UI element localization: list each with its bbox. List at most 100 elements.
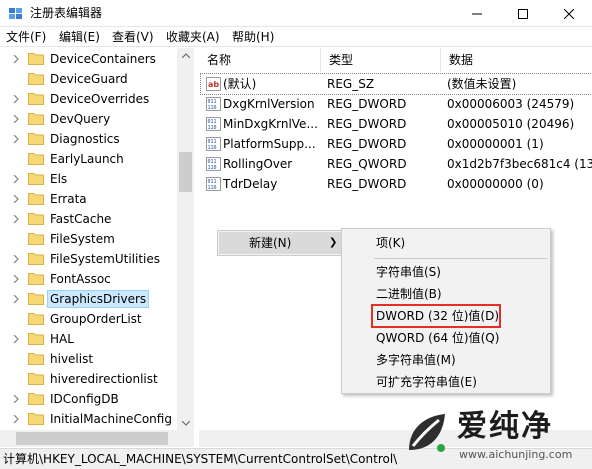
tree-item[interactable]: FastCache [0,209,178,229]
minimize-icon [472,13,482,14]
chevron-right-icon[interactable] [12,295,20,303]
tree-item-label: FastCache [50,212,112,226]
chevron-right-icon[interactable] [12,55,20,63]
new-menu-item[interactable]: 新建(N) ❯ [219,232,341,254]
menu-edit[interactable]: 编辑(E) [57,29,102,45]
tree-item[interactable]: IDConfigDB [0,389,178,409]
maximize-icon [518,8,528,19]
chevron-right-icon[interactable] [12,95,20,103]
tree-item-label: GraphicsDrivers [47,290,150,308]
svg-text:ab: ab [208,80,219,89]
tree-item[interactable]: DeviceGuard [0,69,178,89]
menu-item-multi-string-value[interactable]: 多字符串值(M) [376,352,456,368]
folder-icon [28,413,44,425]
maximize-button[interactable] [500,0,546,27]
close-button[interactable] [546,0,592,27]
value-row[interactable]: 011 110 DxgKrnlVersion REG_DWORD 0x00006003 … [201,94,592,114]
tree-item[interactable]: Errata [0,189,178,209]
chevron-right-icon[interactable] [12,255,20,263]
watermark: 爱纯净 www.aichunjing.com [395,406,590,466]
context-menu: 新建(N) ❯ [217,230,343,256]
tree-item[interactable]: DeviceContainers [0,49,178,69]
tree-item-label: Els [50,172,68,186]
menu-item-expandable-string-value[interactable]: 可扩充字符串值(E) [376,374,477,390]
menu-file[interactable]: 文件(F) [4,29,48,45]
tree-item[interactable]: hiveredirectionlist [0,369,178,389]
chevron-right-icon[interactable] [12,175,20,183]
tree-item[interactable]: HAL [0,329,178,349]
scroll-up-button[interactable] [177,48,194,62]
chevron-right-icon[interactable] [12,215,20,223]
tree-item-label: Diagnostics [50,132,120,146]
tree-vertical-scrollbar[interactable] [177,48,194,430]
value-data: 0x1d2b7f3bec681c4 (131 [447,157,592,171]
tree-item[interactable]: hivelist [0,349,178,369]
chevron-right-icon[interactable] [12,415,20,423]
value-type: REG_DWORD [327,137,407,151]
folder-icon [28,353,44,365]
tree-item[interactable]: EarlyLaunch [0,149,178,169]
tree-item-label: DeviceGuard [50,72,128,86]
tree-item[interactable]: DeviceOverrides [0,89,178,109]
value-row[interactable]: 011 110 MinDxgKrnlVe... REG_DWORD 0x00005010… [201,114,592,134]
tree-hscroll-thumb[interactable] [16,432,168,445]
svg-text:110: 110 [208,165,217,171]
folder-icon [28,193,44,205]
menu-item-string-value[interactable]: 字符串值(S) [376,264,441,280]
binary-value-icon: 011110 [206,97,221,111]
tree-item-label: EarlyLaunch [50,152,124,166]
tree-item[interactable]: Els [0,169,178,189]
binary-value-icon: 011110 [206,117,221,131]
chevron-right-icon[interactable] [12,395,20,403]
watermark-url: www.aichunjing.com [459,448,573,461]
watermark-brand: 爱纯净 [457,409,553,444]
chevron-right-icon[interactable] [12,115,20,123]
menu-item-binary-value[interactable]: 二进制值(B) [376,286,442,302]
menu-favorites[interactable]: 收藏夹(A) [164,29,222,45]
string-value-icon: ab [206,77,221,91]
tree-item-label: FileSystem [50,232,115,246]
binary-value-icon: 011110 [206,177,221,191]
value-type: REG_DWORD [327,97,407,111]
chevron-right-icon[interactable] [12,275,20,283]
value-row[interactable]: 011 110 PlatformSupp... REG_DWORD 0x00000001… [201,134,592,154]
tree-item[interactable]: GraphicsDrivers [0,289,178,309]
menu-help[interactable]: 帮助(H) [230,29,276,45]
scroll-down-button[interactable] [177,416,194,430]
chevron-right-icon[interactable] [12,335,20,343]
minimize-button[interactable] [454,0,500,27]
title-bar: 注册表编辑器 [0,0,592,27]
folder-icon [28,273,44,285]
tree-item[interactable]: GroupOrderList [0,309,178,329]
tree-item[interactable]: DevQuery [0,109,178,129]
menu-item-key[interactable]: 项(K) [376,235,405,251]
tree-scroll-thumb[interactable] [179,152,192,192]
tree-item[interactable]: FontAssoc [0,269,178,289]
value-name: TdrDelay [223,177,278,191]
value-row[interactable]: 011 110 TdrDelay REG_DWORD 0x00000000 (0) [201,174,592,194]
value-type: REG_DWORD [327,177,407,191]
value-row[interactable]: ab (默认) REG_SZ (数值未设置) [200,73,592,95]
tree-item[interactable]: Diagnostics [0,129,178,149]
value-data: 0x00006003 (24579) [447,97,575,111]
tree-item-label: HAL [50,332,74,346]
tree-item[interactable]: FileSystemUtilities [0,249,178,269]
chevron-right-icon[interactable] [12,135,20,143]
folder-icon [28,233,44,245]
value-row[interactable]: 011 110 RollingOver REG_QWORD 0x1d2b7f3bec68… [201,154,592,174]
folder-icon [28,53,44,65]
tree-item[interactable]: FileSystem [0,229,178,249]
status-path: 计算机\HKEY_LOCAL_MACHINE\SYSTEM\CurrentCon… [3,452,398,466]
menu-view[interactable]: 查看(V) [110,29,156,45]
column-header-name[interactable]: 名称 [199,48,321,72]
tree-item-label: Errata [50,192,87,206]
column-header-type[interactable]: 类型 [321,48,441,72]
chevron-right-icon[interactable] [12,195,20,203]
menu-item-qword-value[interactable]: QWORD (64 位)值(Q) [376,330,499,346]
value-type: REG_DWORD [327,117,407,131]
registry-tree[interactable]: DeviceContainers DeviceGuard DeviceOverrid… [0,48,194,430]
tree-item[interactable]: InitialMachineConfig [0,409,178,429]
chevron-right-icon: ❯ [329,237,338,248]
column-header-data[interactable]: 数据 [441,48,592,72]
tree-item-label: DeviceContainers [50,52,156,66]
